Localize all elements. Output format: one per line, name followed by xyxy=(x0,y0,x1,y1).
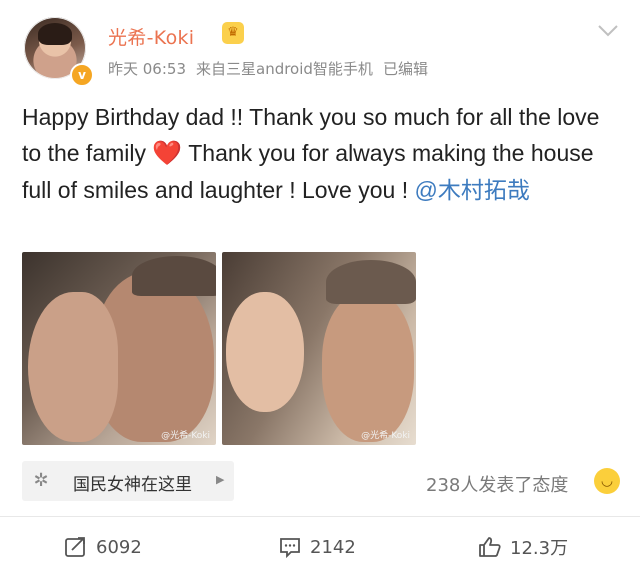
smile-emoji-icon[interactable]: ◡ xyxy=(594,468,620,494)
topic-icon: ✲ xyxy=(33,470,49,491)
like-count: 12.3万 xyxy=(510,538,569,559)
edited-label[interactable]: 已编辑 xyxy=(383,60,428,78)
mention-link[interactable]: @木村拓哉 xyxy=(415,177,530,203)
photo-watermark: @光希-Koki xyxy=(361,431,410,441)
like-icon xyxy=(478,535,502,559)
photo-2[interactable]: @光希-Koki xyxy=(222,252,416,445)
post-source: 来自三星android智能手机 xyxy=(196,60,373,78)
username[interactable]: 光希-Koki xyxy=(108,23,194,50)
topic-chip[interactable]: ✲ 国民女神在这里 ▶ xyxy=(22,461,234,501)
comment-count: 2142 xyxy=(310,536,356,558)
comment-button[interactable]: 2142 xyxy=(278,535,356,559)
photo-watermark: @光希-Koki xyxy=(161,431,210,441)
heart-emoji: ❤️ xyxy=(152,140,183,167)
chevron-down-icon[interactable] xyxy=(597,22,621,42)
verified-v-icon: v xyxy=(70,63,94,87)
repost-button[interactable]: 6092 xyxy=(64,535,142,559)
post-text: Happy Birthday dad !! Thank you so much … xyxy=(22,99,622,208)
divider xyxy=(0,516,640,517)
post-meta: 昨天 06:53 来自三星android智能手机 已编辑 xyxy=(108,58,438,79)
crown-icon[interactable]: ♛ xyxy=(222,22,244,44)
arrow-right-icon: ▶ xyxy=(216,473,225,486)
reactions-summary[interactable]: 238人发表了态度 xyxy=(426,471,568,497)
topic-label: 国民女神在这里 xyxy=(73,475,192,495)
post-time: 昨天 06:53 xyxy=(108,60,186,78)
repost-count: 6092 xyxy=(96,536,142,558)
like-button[interactable]: 12.3万 xyxy=(478,535,568,559)
repost-icon xyxy=(64,535,88,559)
comment-icon xyxy=(278,535,302,559)
photo-1[interactable]: @光希-Koki xyxy=(22,252,216,445)
